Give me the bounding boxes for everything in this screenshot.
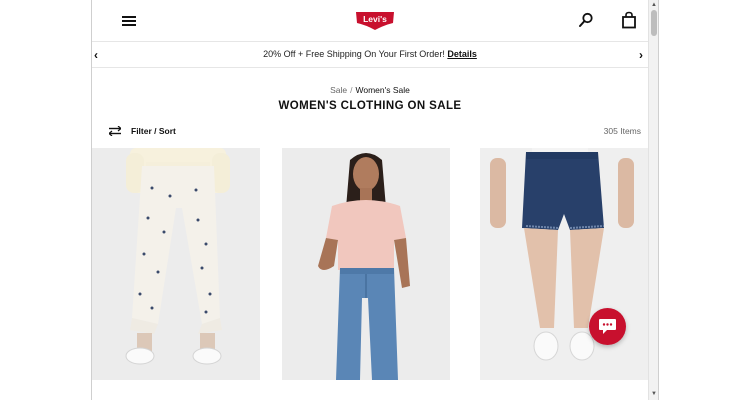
breadcrumb-separator: / <box>350 85 353 95</box>
site-header: Levi's <box>92 0 648 42</box>
page-title: WOMEN'S CLOTHING ON SALE <box>278 100 462 112</box>
breadcrumb: Sale / Women's Sale <box>92 85 648 95</box>
filter-sort-button[interactable]: Filter / Sort <box>109 125 176 137</box>
breadcrumb-sale-link[interactable]: Sale <box>330 85 347 95</box>
filter-sort-label: Filter / Sort <box>131 126 176 136</box>
product-card-1[interactable] <box>92 148 260 380</box>
hamburger-menu-icon[interactable] <box>122 16 136 26</box>
promo-message: 20% Off + Free Shipping On Your First Or… <box>92 49 648 59</box>
browser-viewport: Levi's ‹ 20% Off + Free Shipping On Your… <box>91 0 659 400</box>
product-image-pink-tee-jeans <box>282 148 450 380</box>
product-image-white-jeans <box>92 148 260 380</box>
vertical-scrollbar[interactable]: ▲ ▼ <box>648 0 658 400</box>
product-card-3[interactable] <box>480 148 648 380</box>
levis-logo[interactable]: Levi's <box>355 11 395 31</box>
product-card-2[interactable] <box>282 148 450 380</box>
svg-text:Levi's: Levi's <box>363 14 387 24</box>
chat-bubble-icon[interactable] <box>589 308 626 345</box>
promo-banner: ‹ 20% Off + Free Shipping On Your First … <box>92 43 648 68</box>
scroll-down-arrow-icon[interactable]: ▼ <box>651 391 657 397</box>
promo-text: 20% Off + Free Shipping On Your First Or… <box>263 49 445 59</box>
item-count: 305 Items <box>603 126 641 136</box>
filter-sliders-icon <box>109 126 121 136</box>
promo-next-arrow-icon[interactable]: › <box>639 48 643 62</box>
promo-details-link[interactable]: Details <box>447 49 477 59</box>
product-image-denim-shorts <box>480 148 648 380</box>
shopping-bag-icon[interactable] <box>621 11 637 29</box>
scrollbar-thumb[interactable] <box>651 10 657 36</box>
search-icon[interactable] <box>578 12 594 28</box>
scroll-up-arrow-icon[interactable]: ▲ <box>651 2 657 8</box>
breadcrumb-current: Women's Sale <box>355 85 410 95</box>
